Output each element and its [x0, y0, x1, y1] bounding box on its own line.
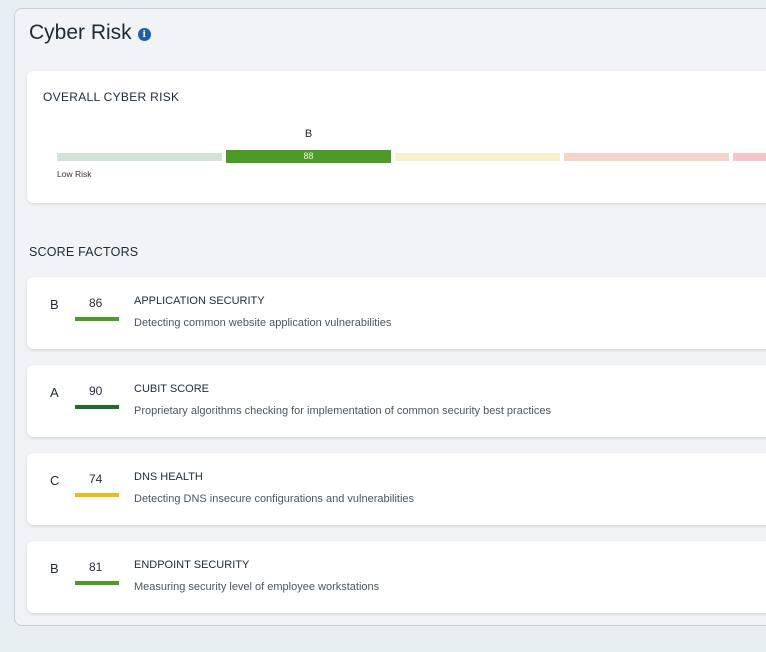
risk-segment-current: B 88 — [226, 128, 391, 163]
factor-grade: B — [50, 297, 59, 312]
factor-description: Detecting common website application vul… — [134, 317, 392, 329]
factor-description: Detecting DNS insecure configurations an… — [134, 493, 415, 505]
overall-cyber-risk-card: OVERALL CYBER RISK B 88 Low Risk — [27, 71, 766, 203]
factor-score: 81 — [89, 560, 103, 574]
factor-score-bar — [75, 405, 119, 409]
factor-score-bar — [75, 581, 119, 585]
page-title-text: Cyber Risk — [29, 21, 132, 44]
low-risk-label: Low Risk — [57, 169, 92, 179]
risk-scale-bar: B 88 — [57, 128, 766, 163]
factor-score-bar — [75, 493, 119, 497]
overall-grade: B — [304, 128, 313, 140]
cyber-risk-panel: Cyber Risk i OVERALL CYBER RISK B 88 Low… — [14, 8, 766, 626]
factor-grade: A — [50, 385, 59, 400]
factor-dns-health[interactable]: C 74 DNS HEALTH Detecting DNS insecure c… — [27, 453, 766, 525]
factor-grade: B — [50, 561, 59, 576]
risk-segment-5 — [733, 153, 766, 161]
risk-segment-4 — [564, 153, 729, 161]
factor-application-security[interactable]: B 86 APPLICATION SECURITY Detecting comm… — [27, 277, 766, 349]
factor-name: ENDPOINT SECURITY — [134, 559, 250, 571]
overall-heading: OVERALL CYBER RISK — [43, 90, 180, 104]
factor-name: APPLICATION SECURITY — [134, 295, 265, 307]
risk-segment-3 — [395, 153, 560, 161]
factor-description: Measuring security level of employee wor… — [134, 581, 380, 593]
factor-score: 74 — [89, 472, 103, 486]
factor-grade: C — [50, 473, 60, 488]
risk-segment-1 — [57, 153, 222, 161]
factor-score-bar — [75, 317, 119, 321]
factor-name: DNS HEALTH — [134, 471, 203, 483]
factor-name: CUBIT SCORE — [134, 383, 209, 395]
page-title: Cyber Risk i — [29, 21, 151, 45]
factor-score: 90 — [89, 384, 103, 398]
score-factors-heading: SCORE FACTORS — [29, 245, 139, 259]
factor-endpoint-security[interactable]: B 81 ENDPOINT SECURITY Measuring securit… — [27, 541, 766, 613]
factor-score: 86 — [89, 296, 103, 310]
factor-cubit-score[interactable]: A 90 CUBIT SCORE Proprietary algorithms … — [27, 365, 766, 437]
info-icon[interactable]: i — [137, 28, 151, 41]
factor-description: Proprietary algorithms checking for impl… — [134, 405, 551, 417]
overall-score: 88 — [303, 151, 314, 161]
